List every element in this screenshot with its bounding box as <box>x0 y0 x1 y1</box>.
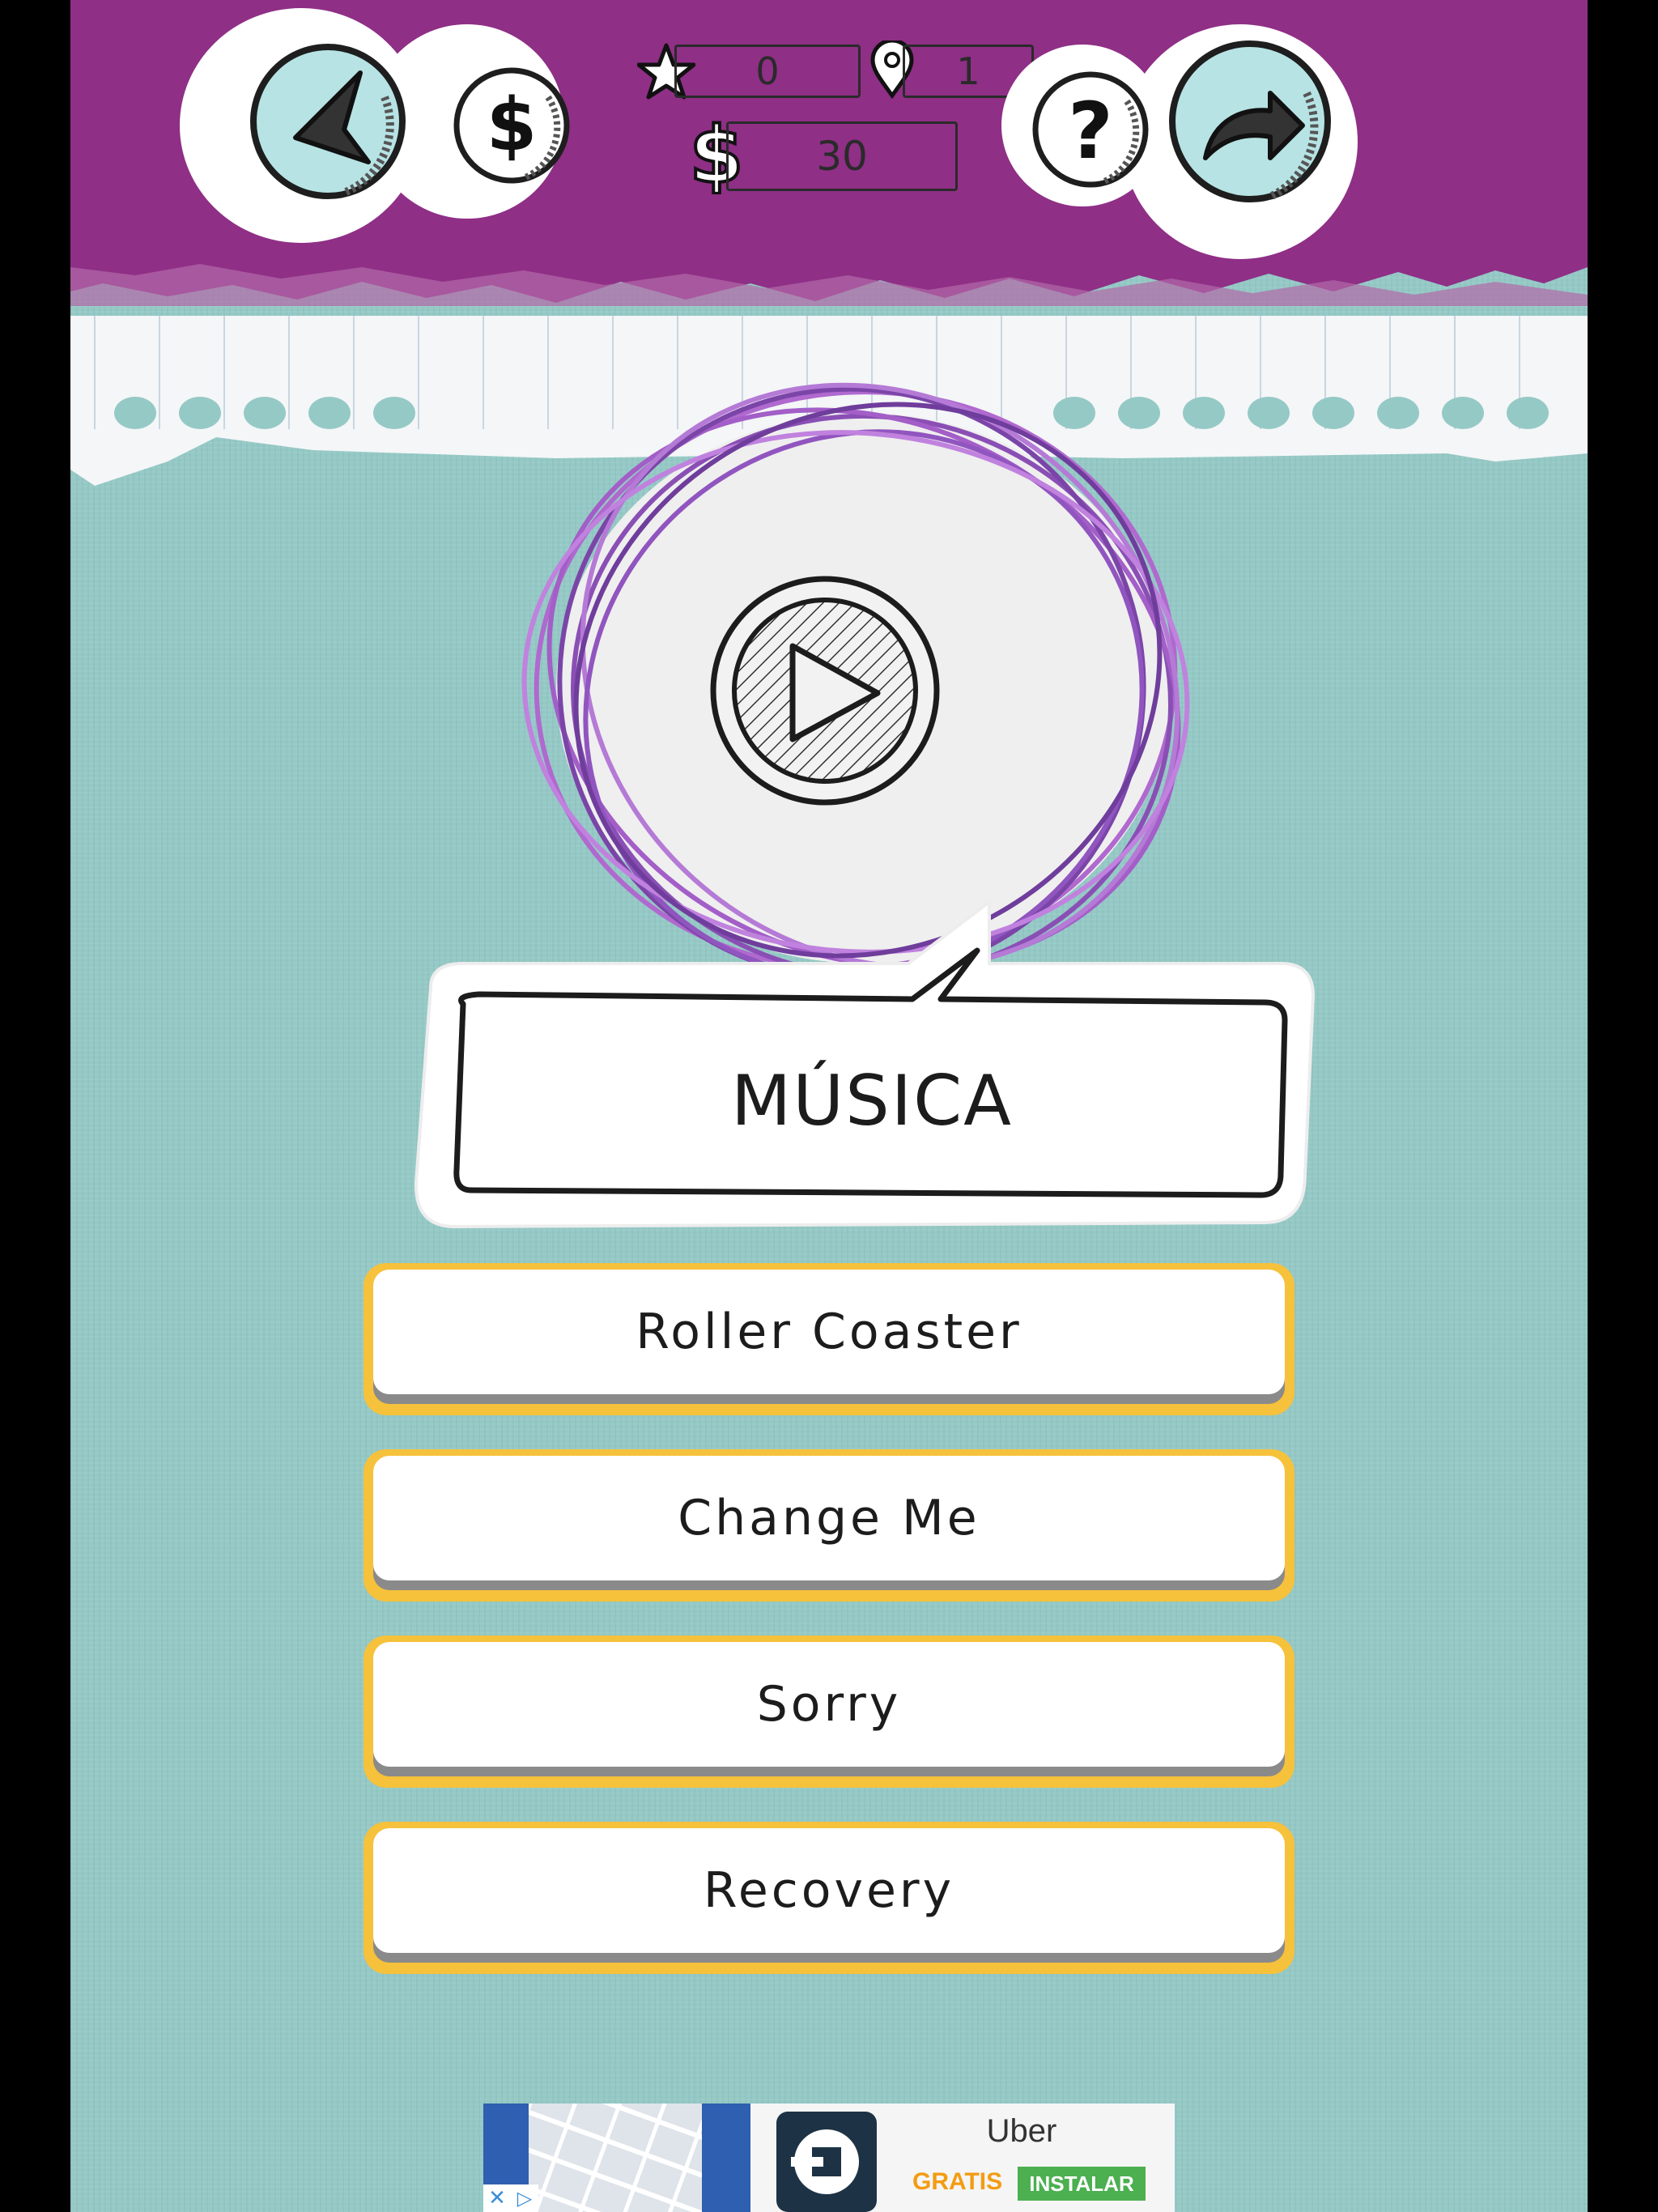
coins-counter: 30 <box>726 121 958 191</box>
answer-button-face: Recovery <box>373 1828 1285 1953</box>
share-button[interactable] <box>1165 36 1335 206</box>
coins-shop-button[interactable]: $ <box>451 65 572 186</box>
ad-choices-icon[interactable]: ▷ <box>511 2184 538 2212</box>
answer-label: Change Me <box>678 1490 980 1546</box>
play-button[interactable] <box>708 573 942 808</box>
question-mark-icon: ? <box>1032 71 1149 188</box>
back-arrow-icon <box>250 44 406 199</box>
play-icon <box>710 576 940 806</box>
category-label-box: MÚSICA <box>455 1020 1289 1182</box>
answer-button-face: Change Me <box>373 1456 1285 1580</box>
game-screen: $ 0 1 $ 30 ? MÚSICA Roller Coaster Chang… <box>70 0 1588 2212</box>
ad-close-icon[interactable]: ✕ <box>483 2184 511 2212</box>
level-value: 1 <box>956 49 980 93</box>
share-arrow-icon <box>1169 40 1331 202</box>
ad-banner[interactable]: ✕ ▷ Uber GRATIS INSTALAR <box>483 2104 1175 2212</box>
answer-button-1[interactable]: Roller Coaster <box>363 1263 1295 1415</box>
uber-logo-icon <box>776 2112 877 2212</box>
answer-label: Sorry <box>756 1676 902 1733</box>
answer-button-3[interactable]: Sorry <box>363 1636 1295 1788</box>
back-button[interactable] <box>247 40 409 202</box>
dollar-icon: $ <box>453 67 570 184</box>
help-button[interactable]: ? <box>1030 69 1151 190</box>
coins-value: 30 <box>816 133 868 180</box>
ad-install-button[interactable]: INSTALAR <box>1018 2167 1146 2201</box>
svg-text:?: ? <box>1068 86 1113 177</box>
answer-button-2[interactable]: Change Me <box>363 1449 1295 1602</box>
ad-title: Uber <box>986 2113 1057 2149</box>
category-label: MÚSICA <box>731 1061 1013 1142</box>
answer-button-face: Sorry <box>373 1642 1285 1767</box>
stars-counter: 0 <box>674 45 861 98</box>
answer-label: Recovery <box>703 1862 955 1919</box>
answer-label: Roller Coaster <box>636 1304 1022 1360</box>
ad-free-label: GRATIS <box>912 2168 1003 2195</box>
answer-button-4[interactable]: Recovery <box>363 1822 1295 1974</box>
answer-button-face: Roller Coaster <box>373 1270 1285 1394</box>
stars-value: 0 <box>755 49 780 93</box>
svg-text:$: $ <box>487 83 538 168</box>
